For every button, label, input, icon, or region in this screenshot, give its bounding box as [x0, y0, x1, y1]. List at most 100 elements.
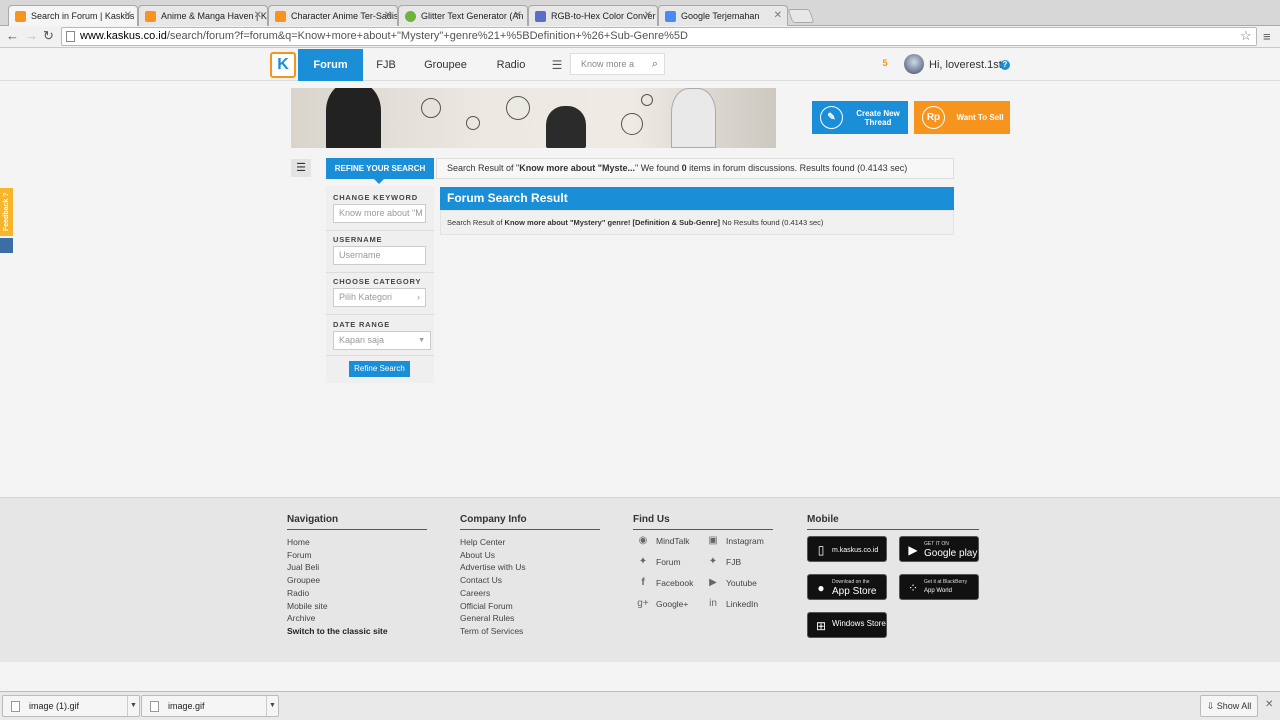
footer-link-advertise[interactable]: Advertise with Us — [460, 561, 600, 574]
downloads-bar: image (1).gif ▼ image.gif ▼ ⇩ Show All ✕ — [0, 691, 1280, 720]
footer-link-twitter-fjb[interactable]: ✦ FJB — [707, 556, 741, 568]
blackberry-badge[interactable]: ⁘ Get it at BlackBerry App World — [899, 574, 979, 600]
reload-icon[interactable]: ↻ — [43, 28, 54, 44]
footer-link-instagram[interactable]: ▣ Instagram — [707, 535, 764, 547]
close-tab-icon[interactable]: ✕ — [774, 6, 782, 26]
footer-mobile: Mobile — [807, 514, 979, 530]
instagram-icon: ▣ — [708, 535, 718, 546]
nav-forum[interactable]: Forum — [298, 49, 363, 81]
rupiah-icon: Rp — [922, 106, 945, 129]
footer-link-home[interactable]: Home — [287, 536, 427, 549]
footer-link-terms[interactable]: Term of Services — [460, 625, 600, 638]
footer-link-archive[interactable]: Archive — [287, 612, 427, 625]
download-item[interactable]: image (1).gif ▼ — [2, 695, 140, 717]
create-thread-button[interactable]: ✎ Create New Thread — [812, 101, 908, 134]
nav-groupee[interactable]: Groupee — [418, 49, 473, 81]
want-to-sell-button[interactable]: Rp Want To Sell — [914, 101, 1010, 134]
nav-fjb[interactable]: FJB — [368, 49, 404, 81]
footer-link-radio[interactable]: Radio — [287, 587, 427, 600]
kaskus-logo[interactable]: K — [270, 52, 296, 78]
user-greeting[interactable]: Hi, loverest.1st — [929, 49, 1002, 81]
refine-sidebar: CHANGE KEYWORD Know more about "M USERNA… — [326, 186, 434, 383]
footer-link-careers[interactable]: Careers — [460, 587, 600, 600]
browser-tab[interactable]: Character Anime Ter-Sadis ✕ — [268, 5, 398, 26]
footer-link-groupee[interactable]: Groupee — [287, 574, 427, 587]
refine-search-tab[interactable]: REFINE YOUR SEARCH — [326, 158, 434, 184]
refine-search-button[interactable]: Refine Search — [349, 361, 410, 377]
footer-find-us: Find Us — [633, 514, 773, 530]
twitter-icon: ✦ — [638, 556, 648, 567]
page-icon — [66, 31, 75, 42]
close-downloads-icon[interactable]: ✕ — [1265, 699, 1273, 710]
browser-tab[interactable]: Anime & Manga Haven | Ka ✕ — [138, 5, 268, 26]
footer-link-mobile-site[interactable]: Mobile site — [287, 600, 427, 613]
mobile-site-badge[interactable]: ▯ m.kaskus.co.id — [807, 536, 887, 562]
username-input[interactable]: Username — [333, 246, 426, 265]
back-arrow-icon[interactable]: ← — [6, 28, 19, 43]
address-bar[interactable]: www.kaskus.co.id/search/forum?f=forum&q=… — [61, 27, 1257, 46]
browser-toolbar: ← → ↻ www.kaskus.co.id/search/forum?f=fo… — [0, 26, 1280, 48]
footer-link-google-plus[interactable]: g+ Google+ — [637, 598, 688, 610]
new-tab-button[interactable] — [787, 9, 815, 23]
footer-link-youtube[interactable]: ▶ Youtube — [707, 577, 757, 589]
browser-tab[interactable]: Glitter Text Generator (An ✕ — [398, 5, 528, 26]
footer-link-linkedin[interactable]: in LinkedIn — [707, 598, 758, 610]
browser-menu-icon[interactable]: ≡ — [1263, 29, 1271, 44]
feedback-tab[interactable]: Feedback ? — [0, 188, 13, 236]
search-icon[interactable]: ⌕ — [652, 54, 658, 74]
browser-tab[interactable]: RGB-to-Hex Color Conver ✕ — [528, 5, 658, 26]
close-tab-icon[interactable]: ✕ — [384, 6, 392, 26]
google-play-badge[interactable]: ▶ GET IT ON Google play — [899, 536, 979, 562]
chevron-down-icon[interactable]: ▼ — [266, 696, 278, 716]
close-tab-icon[interactable]: ✕ — [254, 6, 262, 26]
footer-link-help-center[interactable]: Help Center — [460, 536, 600, 549]
footer-navigation: Navigation Home Forum Jual Beli Groupee … — [287, 514, 427, 638]
footer-link-contact-us[interactable]: Contact Us — [460, 574, 600, 587]
site-header: K Forum FJB Groupee Radio ☰ Know more a ⌕… — [0, 49, 1280, 81]
footer-link-facebook[interactable]: f Facebook — [637, 577, 693, 589]
footer-link-about-us[interactable]: About Us — [460, 549, 600, 562]
download-arrow-icon: ⇩ — [1206, 701, 1217, 711]
close-tab-icon[interactable]: ✕ — [514, 6, 522, 26]
close-tab-icon[interactable]: ✕ — [644, 6, 652, 26]
windows-icon: ⊞ — [815, 619, 827, 633]
google-plus-icon: g+ — [637, 598, 649, 609]
notification-badge[interactable]: 5 — [880, 58, 890, 72]
footer-link-classic-site[interactable]: Switch to the classic site — [287, 625, 427, 638]
footer-link-jual-beli[interactable]: Jual Beli — [287, 561, 427, 574]
forward-arrow-icon[interactable]: → — [25, 28, 38, 43]
keyword-input[interactable]: Know more about "M — [333, 204, 426, 223]
browser-tab[interactable]: Search in Forum | Kaskus ✕ — [8, 5, 138, 26]
help-icon[interactable]: ? — [1000, 60, 1010, 70]
date-range-label: DATE RANGE — [333, 320, 391, 329]
date-range-select[interactable]: Kapan saja ▼ — [333, 331, 431, 350]
footer-link-forum[interactable]: Forum — [287, 549, 427, 562]
nav-radio[interactable]: Radio — [490, 49, 532, 81]
category-select[interactable]: Pilih Kategori › — [333, 288, 426, 307]
sidebar-toggle-icon[interactable]: ☰ — [291, 159, 311, 177]
glitter-favicon-icon — [405, 11, 416, 22]
footer-link-twitter-forum[interactable]: ✦ Forum — [637, 556, 681, 568]
footer-link-general-rules[interactable]: General Rules — [460, 612, 600, 625]
pencil-icon: ✎ — [820, 106, 843, 129]
keyword-label: CHANGE KEYWORD — [333, 193, 418, 202]
footer-link-official-forum[interactable]: Official Forum — [460, 600, 600, 613]
header-banner — [291, 88, 776, 148]
show-all-downloads-button[interactable]: ⇩ Show All — [1200, 695, 1258, 717]
windows-store-badge[interactable]: ⊞ Windows Store — [807, 612, 887, 638]
hamburger-menu-icon[interactable]: ☰ — [546, 57, 568, 73]
kaskus-favicon-icon — [275, 11, 286, 22]
bookmark-star-icon[interactable]: ☆ — [1240, 28, 1252, 44]
close-tab-icon[interactable]: ✕ — [124, 6, 132, 26]
app-store-badge[interactable]: ● Download on the App Store — [807, 574, 887, 600]
footer-company-info: Company Info Help Center About Us Advert… — [460, 514, 600, 638]
header-search-input[interactable]: Know more a ⌕ — [570, 53, 665, 75]
footer-link-mindtalk[interactable]: ◉ MindTalk — [637, 535, 690, 547]
chevron-down-icon[interactable]: ▼ — [127, 696, 139, 716]
rgb-favicon-icon — [535, 11, 546, 22]
site-footer: Navigation Home Forum Jual Beli Groupee … — [0, 497, 1280, 662]
avatar[interactable] — [904, 54, 924, 74]
browser-tab[interactable]: Google Terjemahan ✕ — [658, 5, 788, 26]
feedback-like-icon[interactable] — [0, 238, 13, 253]
download-item[interactable]: image.gif ▼ — [141, 695, 279, 717]
